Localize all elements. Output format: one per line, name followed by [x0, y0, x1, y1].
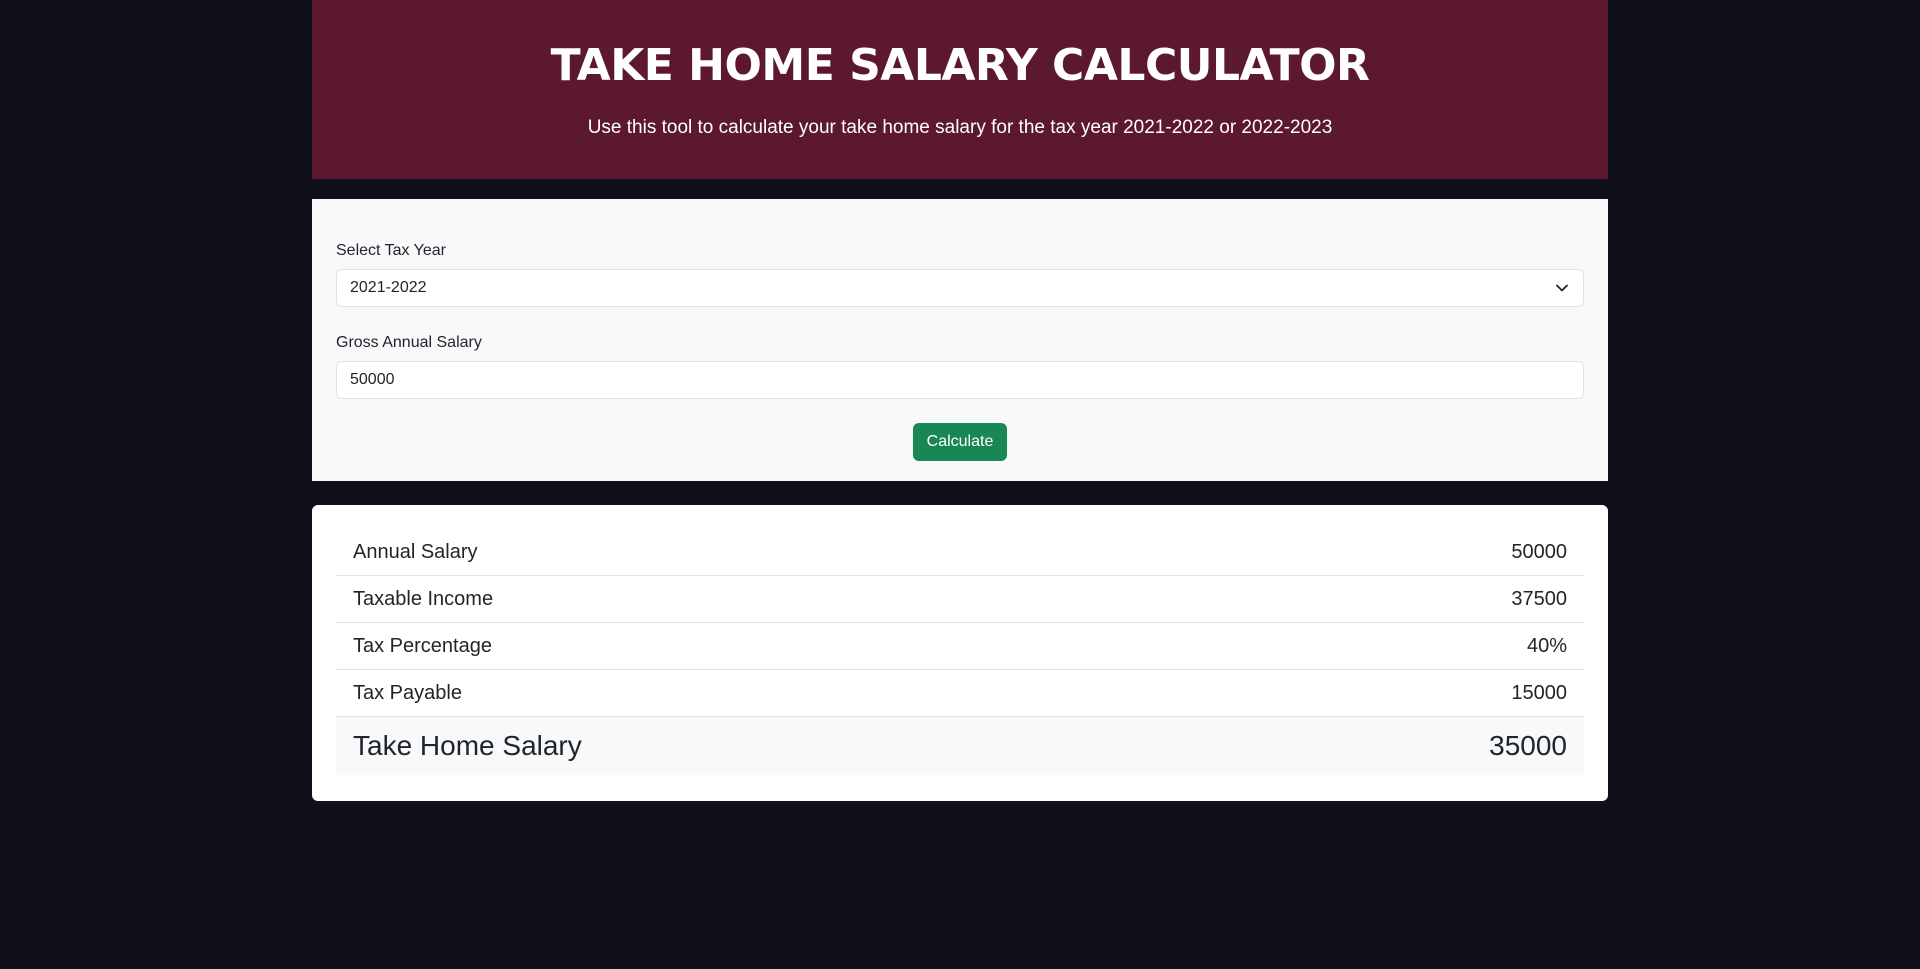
- result-row-tax-percentage: Tax Percentage 40%: [336, 623, 1584, 670]
- take-home-label: Take Home Salary: [353, 730, 582, 761]
- result-row-take-home-salary: Take Home Salary 35000: [336, 717, 1584, 775]
- app-container: TAKE HOME SALARY CALCULATOR Use this too…: [312, 0, 1608, 801]
- calculate-button[interactable]: Calculate: [913, 423, 1007, 461]
- chevron-down-icon: [1556, 284, 1568, 292]
- result-row-tax-payable: Tax Payable 15000: [336, 670, 1584, 717]
- take-home-value: 35000: [1489, 730, 1567, 761]
- tax-year-selected-value: 2021-2022: [350, 279, 427, 296]
- page-title: TAKE HOME SALARY CALCULATOR: [550, 40, 1370, 91]
- gross-salary-input[interactable]: 50000: [336, 361, 1584, 399]
- result-label: Taxable Income: [353, 587, 494, 610]
- result-label: Tax Percentage: [353, 634, 492, 657]
- result-value: 15000: [1511, 681, 1567, 704]
- page-header: TAKE HOME SALARY CALCULATOR Use this too…: [312, 0, 1608, 179]
- page-subtitle: Use this tool to calculate your take hom…: [587, 117, 1333, 138]
- tax-year-select[interactable]: 2021-2022: [336, 269, 1584, 307]
- result-label: Tax Payable: [353, 681, 462, 704]
- result-row-taxable-income: Taxable Income 37500: [336, 576, 1584, 623]
- result-value: 50000: [1511, 540, 1567, 563]
- result-label: Annual Salary: [353, 540, 478, 563]
- tax-year-label: Select Tax Year: [336, 242, 447, 259]
- result-value: 40%: [1526, 634, 1567, 657]
- gross-salary-value: 50000: [350, 371, 395, 388]
- result-row-annual-salary: Annual Salary 50000: [336, 529, 1584, 576]
- result-value: 37500: [1511, 587, 1567, 610]
- salary-label: Gross Annual Salary: [336, 334, 482, 351]
- results-card: Annual Salary 50000 Taxable Income 37500…: [312, 505, 1608, 801]
- calculator-form: Select Tax Year 2021-2022 Gross Annual S…: [312, 199, 1608, 481]
